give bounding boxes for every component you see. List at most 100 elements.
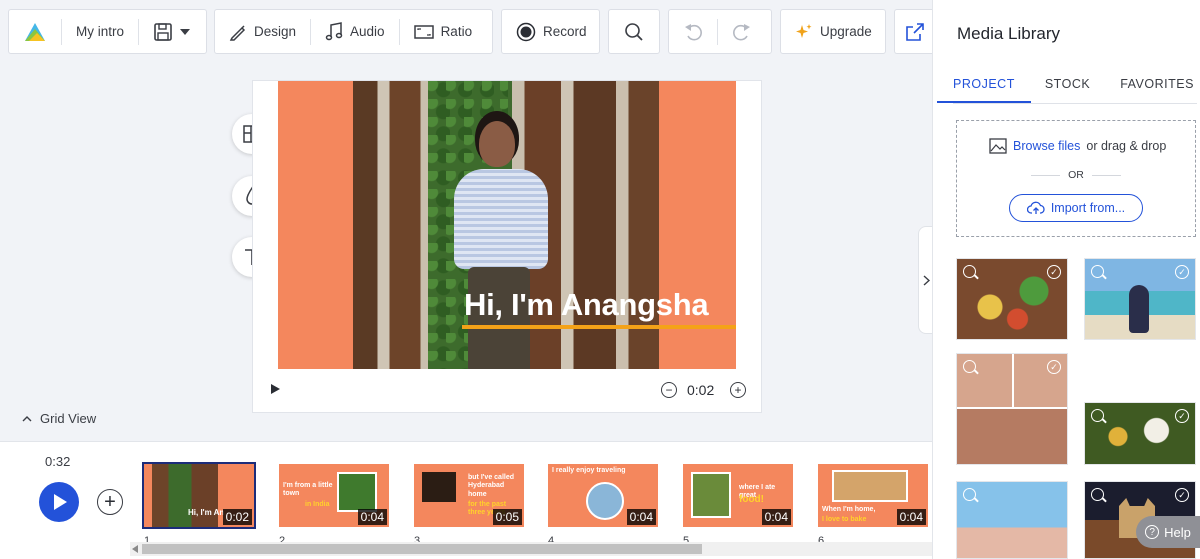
record-button[interactable]: Record (502, 10, 601, 53)
media-library-panel: Media Library PROJECT STOCK FAVORITES Br… (932, 0, 1200, 559)
check-icon[interactable]: ✓ (1175, 488, 1189, 502)
cloud-upload-icon (1026, 201, 1045, 214)
scene-thumb-4[interactable]: I really enjoy traveling 0:04 (548, 464, 658, 527)
scene-6-duration: 0:04 (896, 509, 926, 525)
history-group (668, 9, 772, 54)
grid-view-label: Grid View (40, 411, 97, 426)
help-label: Help (1164, 524, 1191, 540)
redo-icon (733, 23, 750, 40)
divider-line (1091, 174, 1121, 176)
media-thumb-hat-portrait[interactable] (956, 481, 1068, 559)
check-icon[interactable]: ✓ (1175, 409, 1189, 423)
play-button[interactable] (39, 482, 79, 522)
media-tabs: PROJECT STOCK FAVORITES (937, 68, 1197, 104)
timeline-scrollbar[interactable] (130, 542, 932, 556)
zoom-icon[interactable] (963, 360, 976, 373)
zoom-icon[interactable] (963, 265, 976, 278)
scene-thumb-6[interactable]: When I'm home, I love to bake 0:04 (818, 464, 928, 527)
divider-line (1031, 174, 1061, 176)
scene-3-duration: 0:05 (492, 509, 522, 525)
check-icon[interactable]: ✓ (1175, 265, 1189, 279)
scene-1-duration: 0:02 (222, 509, 252, 525)
collage-divider (1012, 354, 1014, 408)
zoom-icon[interactable] (1091, 488, 1104, 501)
scene-4-duration: 0:04 (626, 509, 656, 525)
import-from-button[interactable]: Import from... (1009, 194, 1143, 222)
media-thumb-food-platter[interactable]: ✓ (956, 258, 1068, 340)
scene-thumb-1[interactable]: Hi, I'm An 0:02 (142, 462, 256, 529)
record-group: Record (501, 9, 600, 54)
edit-group: Design Audio Ratio (214, 9, 493, 54)
player-controls: − 0:02 + (253, 369, 761, 413)
search-group (608, 9, 660, 54)
ratio-label: Ratio (440, 24, 473, 39)
help-icon: ? (1145, 525, 1160, 539)
tab-favorites[interactable]: FAVORITES (1120, 68, 1194, 103)
beach-person-figure (1129, 285, 1149, 333)
check-icon[interactable]: ✓ (1047, 265, 1061, 279)
media-thumb-beach[interactable]: ✓ (1084, 258, 1196, 340)
project-name-button[interactable]: My intro (62, 10, 138, 53)
presenter-head (479, 121, 515, 167)
play-icon[interactable] (271, 384, 280, 394)
redo-button[interactable] (718, 10, 766, 53)
search-icon (625, 22, 643, 41)
scene-thumb-3[interactable]: but I've called Hyderabad home for the p… (414, 464, 524, 527)
or-divider: OR (1031, 169, 1121, 181)
current-time: 0:02 (687, 382, 715, 398)
undo-button[interactable] (669, 10, 717, 53)
video-caption[interactable]: Hi, I'm Anangsha (464, 287, 709, 323)
timeline: 0:32 + Hi, I'm An 0:02 1 I'm from a litt… (0, 441, 932, 559)
scene-4-image (586, 482, 624, 520)
project-name: My intro (76, 24, 125, 39)
tab-project[interactable]: PROJECT (937, 68, 1031, 103)
image-icon (989, 138, 1007, 154)
scene-5-highlight: food! (739, 494, 764, 505)
help-button[interactable]: ? Help (1136, 516, 1200, 548)
check-icon[interactable]: ✓ (1047, 360, 1061, 374)
upgrade-button[interactable]: Upgrade (781, 10, 886, 53)
video-preview[interactable]: Hi, I'm Anangsha (278, 81, 736, 369)
save-button[interactable] (139, 10, 204, 53)
scrollbar-thumb[interactable] (142, 544, 702, 554)
share-group (894, 9, 932, 54)
undo-icon (685, 23, 702, 40)
aspect-ratio-icon (413, 24, 434, 39)
caret-down-icon[interactable] (180, 28, 191, 35)
tab-stock[interactable]: STOCK (1045, 68, 1090, 103)
chevron-up-icon (22, 416, 32, 422)
zoom-icon[interactable] (963, 488, 976, 501)
import-label: Import from... (1050, 201, 1126, 215)
audio-button[interactable]: Audio (311, 10, 399, 53)
media-thumb-collage[interactable]: ✓ (956, 353, 1068, 465)
pen-icon (229, 24, 246, 41)
browse-files-link[interactable]: Browse files (1013, 139, 1080, 153)
drag-drop-text: or drag & drop (1086, 139, 1167, 153)
add-scene-button[interactable]: + (97, 489, 123, 515)
toolbar: My intro Design Audio Ratio Record Upgra… (0, 0, 932, 62)
upgrade-group: Upgrade (780, 9, 886, 54)
search-button[interactable] (610, 10, 658, 53)
video-stage: Hi, I'm Anangsha − 0:02 + (252, 80, 762, 413)
ratio-button[interactable]: Ratio (400, 10, 487, 53)
media-thumb-indian-meal[interactable]: ✓ (1084, 402, 1196, 465)
scroll-left-arrow[interactable] (132, 545, 138, 553)
zoom-out-button[interactable]: − (661, 382, 677, 398)
scene-thumb-2[interactable]: I'm from a little town in India 0:04 (279, 464, 389, 527)
logo-button[interactable] (9, 10, 61, 53)
browse-row: Browse files or drag & drop (989, 138, 1166, 154)
share-button[interactable] (895, 10, 935, 53)
zoom-in-button[interactable]: + (730, 382, 746, 398)
design-button[interactable]: Design (215, 10, 310, 53)
scene-6-text: When I'm home, (822, 506, 876, 513)
grid-view-toggle[interactable]: Grid View (22, 411, 96, 426)
zoom-icon[interactable] (1091, 265, 1104, 278)
zoom-icon[interactable] (1091, 409, 1104, 422)
scene-3-text: but I've called Hyderabad home (468, 474, 515, 498)
sparkle-icon (796, 23, 812, 38)
scene-thumb-5[interactable]: where I ate great food! 0:04 (683, 464, 793, 527)
upload-dropzone[interactable]: Browse files or drag & drop OR Import fr… (956, 120, 1196, 237)
scene-6-image (832, 470, 908, 502)
scene-2-text: I'm from a little town (283, 482, 333, 498)
scene-6-highlight: I love to bake (822, 516, 867, 523)
